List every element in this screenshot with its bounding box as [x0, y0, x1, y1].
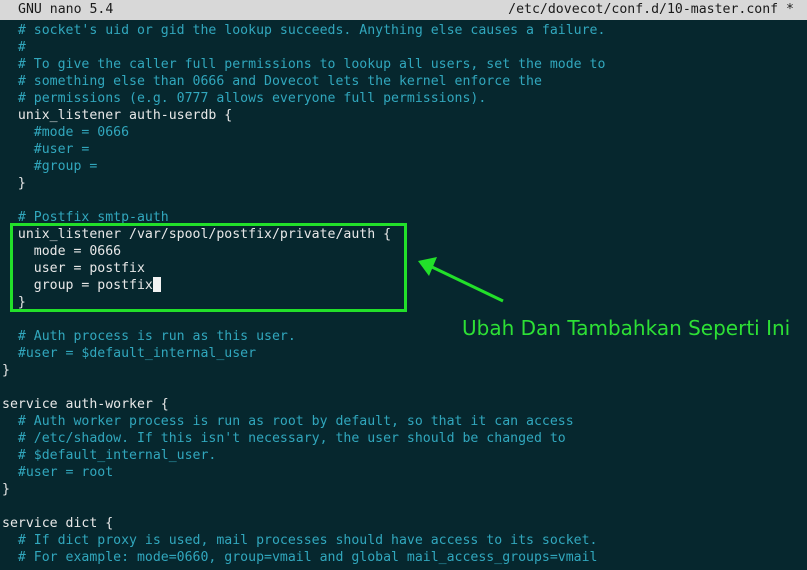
annotation-label: Ubah Dan Tambahkan Seperti Ini [462, 316, 791, 340]
annotation-arrow-icon [418, 257, 504, 303]
